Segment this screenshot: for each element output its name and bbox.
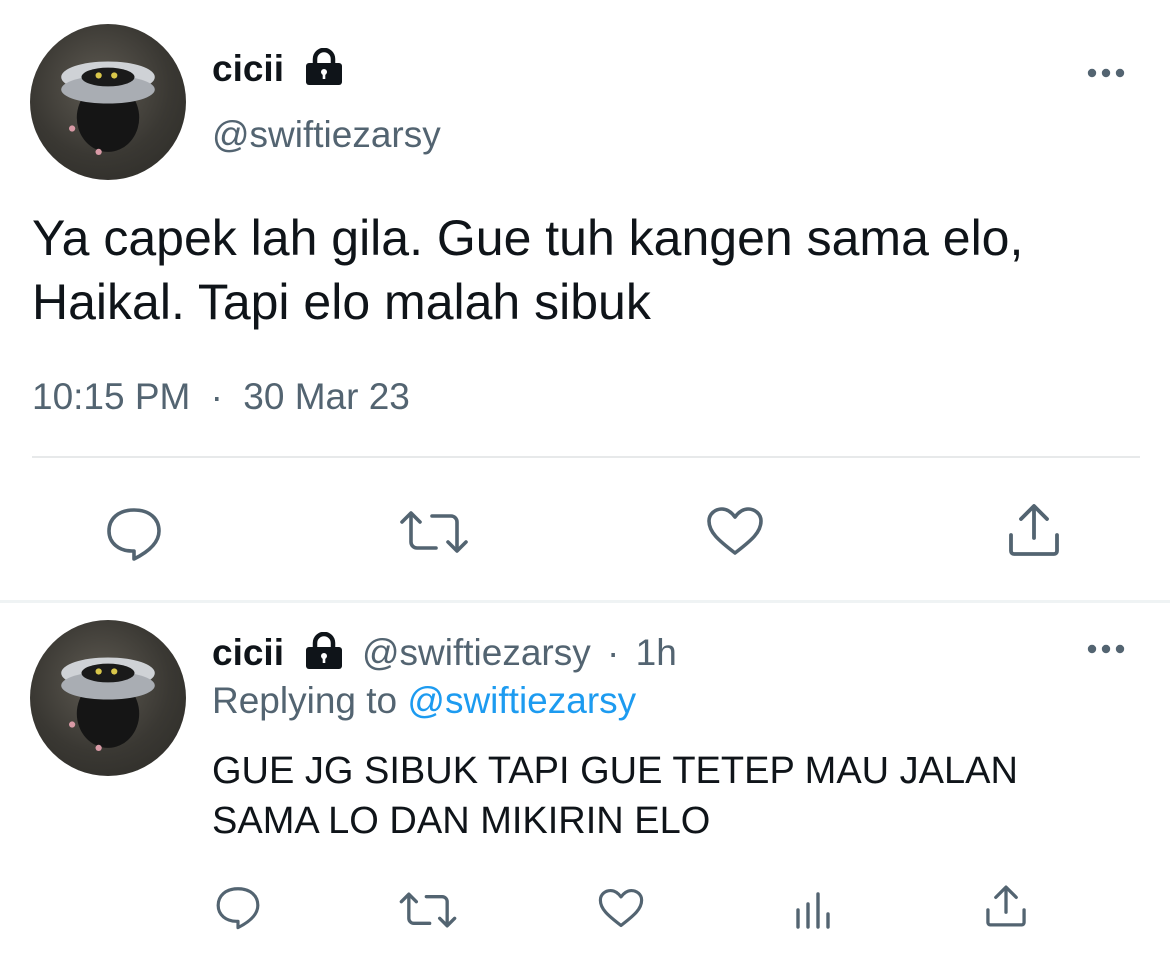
time-ago[interactable]: 1h xyxy=(636,632,677,673)
avatar[interactable] xyxy=(30,24,186,180)
replying-prefix: Replying to xyxy=(212,680,398,721)
tweet-date: 30 Mar 23 xyxy=(243,376,410,417)
display-name[interactable]: cicii xyxy=(212,44,284,94)
user-handle[interactable]: @swiftiezarsy xyxy=(362,632,591,673)
share-icon[interactable] xyxy=(1006,502,1062,558)
avatar[interactable] xyxy=(30,620,186,776)
reply-text-line1: GUE JG SIBUK TAPI GUE TETEP MAU JALAN xyxy=(212,750,1018,792)
reply-text-line2: SAMA LO DAN MIKIRIN ELO xyxy=(212,800,711,842)
share-icon[interactable] xyxy=(984,884,1028,928)
tweet-timestamp[interactable]: 10:15 PM · 30 Mar 23 xyxy=(32,372,410,422)
more-icon[interactable] xyxy=(1086,66,1130,85)
tweet-text-line2: Haikal. Tapi elo malah sibuk xyxy=(32,274,651,330)
divider xyxy=(32,456,1140,458)
reply-header: cicii xyxy=(212,628,284,678)
lock-icon xyxy=(302,632,346,670)
tweet-time: 10:15 PM xyxy=(32,376,191,417)
reply-meta: @swiftiezarsy · 1h xyxy=(362,628,677,678)
analytics-icon[interactable] xyxy=(794,890,834,930)
section-divider xyxy=(0,600,1170,603)
more-icon[interactable] xyxy=(1086,642,1130,661)
replying-handle-link[interactable]: @swiftiezarsy xyxy=(407,680,636,721)
lock-icon xyxy=(302,48,346,86)
retweet-icon[interactable] xyxy=(398,508,470,556)
reply-icon[interactable] xyxy=(104,504,164,562)
user-handle[interactable]: @swiftiezarsy xyxy=(212,110,441,160)
replying-to: Replying to @swiftiezarsy xyxy=(212,676,636,726)
timestamp-separator: · xyxy=(210,376,223,417)
meta-separator: · xyxy=(607,632,620,673)
tweet-text-line1: Ya capek lah gila. Gue tuh kangen sama e… xyxy=(32,210,1024,266)
reply-icon[interactable] xyxy=(214,884,262,930)
retweet-icon[interactable] xyxy=(398,890,458,930)
like-icon[interactable] xyxy=(706,506,764,556)
like-icon[interactable] xyxy=(598,888,644,928)
display-name[interactable]: cicii xyxy=(212,632,284,673)
